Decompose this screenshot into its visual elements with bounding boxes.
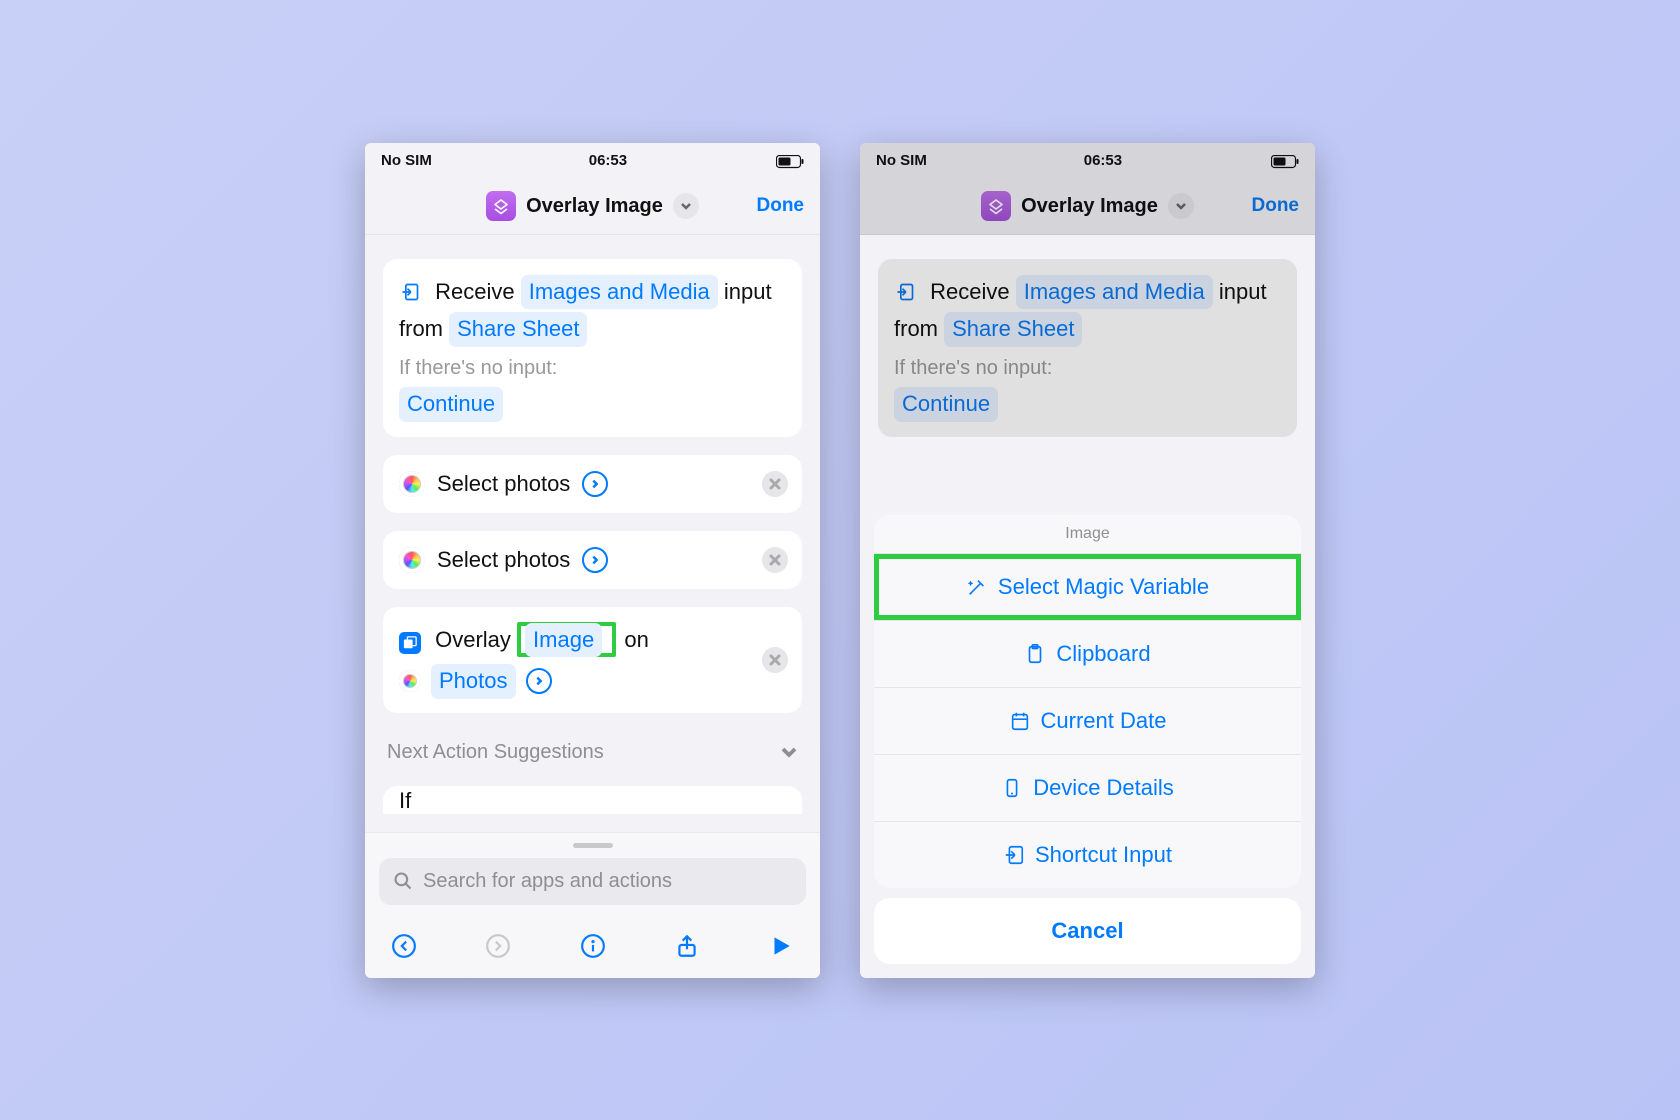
truncated-suggestion: If	[383, 786, 802, 814]
navbar: Overlay Image Done	[365, 179, 820, 235]
undo-button[interactable]	[391, 933, 417, 964]
battery-icon	[776, 153, 804, 169]
calendar-icon	[1009, 710, 1031, 732]
no-input-hint: If there's no input:	[894, 351, 1281, 385]
redo-button[interactable]	[485, 933, 511, 964]
chevron-down-icon	[780, 743, 798, 761]
remove-action-button[interactable]	[762, 471, 788, 497]
receive-input-card[interactable]: Receive Images and Media input from Shar…	[383, 259, 802, 437]
input-source-token[interactable]: Share Sheet	[944, 312, 1082, 347]
search-icon	[393, 871, 413, 891]
input-source-token[interactable]: Share Sheet	[449, 312, 587, 347]
phone-icon	[1001, 777, 1023, 799]
cancel-button[interactable]: Cancel	[874, 898, 1301, 964]
current-date-variable-item[interactable]: Current Date	[874, 688, 1301, 755]
overlay-image-action[interactable]: Overlay Image on Photos	[383, 607, 802, 713]
done-button[interactable]: Done	[1252, 195, 1300, 217]
search-placeholder: Search for apps and actions	[423, 870, 672, 893]
clock-label: 06:53	[1084, 152, 1122, 169]
photos-app-icon	[399, 471, 425, 497]
select-photos-action-1[interactable]: Select photos	[383, 455, 802, 513]
variable-picker-sheet: Image Select Magic Variable Clipboard Cu…	[860, 515, 1315, 978]
phone-right: No SIM 06:53 Overlay Image Done Receive	[860, 143, 1315, 978]
remove-action-button[interactable]	[762, 647, 788, 673]
page-title: Overlay Image	[526, 195, 663, 218]
info-button[interactable]	[580, 933, 606, 964]
input-icon	[1003, 844, 1025, 866]
photos-app-icon	[399, 670, 421, 692]
input-icon	[399, 281, 421, 303]
receive-word: Receive	[435, 279, 514, 304]
phone-left: No SIM 06:53 Overlay Image Done	[365, 143, 820, 978]
continue-token[interactable]: Continue	[399, 387, 503, 422]
select-magic-variable-item[interactable]: Select Magic Variable	[874, 554, 1301, 621]
receive-input-card[interactable]: Receive Images and Media input from Shar…	[878, 259, 1297, 437]
search-input[interactable]: Search for apps and actions	[379, 858, 806, 905]
on-word: on	[624, 627, 648, 652]
bottom-sheet[interactable]: Search for apps and actions	[365, 832, 820, 919]
title-menu-button[interactable]	[673, 193, 699, 219]
expand-action-button[interactable]	[526, 668, 552, 694]
battery-icon	[1271, 153, 1299, 169]
sheet-header: Image	[874, 515, 1301, 554]
photos-app-icon	[399, 547, 425, 573]
share-button[interactable]	[674, 933, 700, 964]
status-bar: No SIM 06:53	[365, 143, 820, 179]
clock-label: 06:53	[589, 152, 627, 169]
title-menu-button[interactable]	[1168, 193, 1194, 219]
suggestions-header[interactable]: Next Action Suggestions	[383, 731, 802, 764]
overlay-word: Overlay	[435, 627, 511, 652]
navbar: Overlay Image Done	[860, 179, 1315, 235]
carrier-label: No SIM	[876, 152, 927, 169]
bottom-toolbar	[365, 919, 820, 978]
input-icon	[894, 281, 916, 303]
input-types-token[interactable]: Images and Media	[521, 275, 718, 310]
image-variable-token[interactable]: Image	[525, 623, 602, 658]
sheet-handle[interactable]	[573, 843, 613, 848]
overlay-action-icon	[399, 632, 421, 654]
highlighted-image-parameter: Image	[517, 622, 616, 657]
editor-content: Receive Images and Media input from Shar…	[365, 235, 820, 832]
variable-options-group: Image Select Magic Variable Clipboard Cu…	[874, 515, 1301, 888]
run-button[interactable]	[768, 933, 794, 964]
page-title: Overlay Image	[1021, 195, 1158, 218]
clipboard-variable-item[interactable]: Clipboard	[874, 621, 1301, 688]
done-button[interactable]: Done	[757, 195, 805, 217]
photos-variable-token[interactable]: Photos	[431, 664, 516, 699]
suggestions-label: Next Action Suggestions	[387, 741, 604, 764]
input-types-token[interactable]: Images and Media	[1016, 275, 1213, 310]
continue-token[interactable]: Continue	[894, 387, 998, 422]
action-label: Select photos	[437, 471, 570, 497]
shortcut-input-variable-item[interactable]: Shortcut Input	[874, 822, 1301, 888]
device-details-variable-item[interactable]: Device Details	[874, 755, 1301, 822]
no-input-hint: If there's no input:	[399, 351, 786, 385]
status-bar: No SIM 06:53	[860, 143, 1315, 179]
expand-action-button[interactable]	[582, 547, 608, 573]
action-label: Select photos	[437, 547, 570, 573]
magic-wand-icon	[966, 576, 988, 598]
shortcuts-app-icon	[981, 191, 1011, 221]
carrier-label: No SIM	[381, 152, 432, 169]
expand-action-button[interactable]	[582, 471, 608, 497]
select-photos-action-2[interactable]: Select photos	[383, 531, 802, 589]
clipboard-icon	[1024, 643, 1046, 665]
receive-word: Receive	[930, 279, 1009, 304]
remove-action-button[interactable]	[762, 547, 788, 573]
shortcuts-app-icon	[486, 191, 516, 221]
